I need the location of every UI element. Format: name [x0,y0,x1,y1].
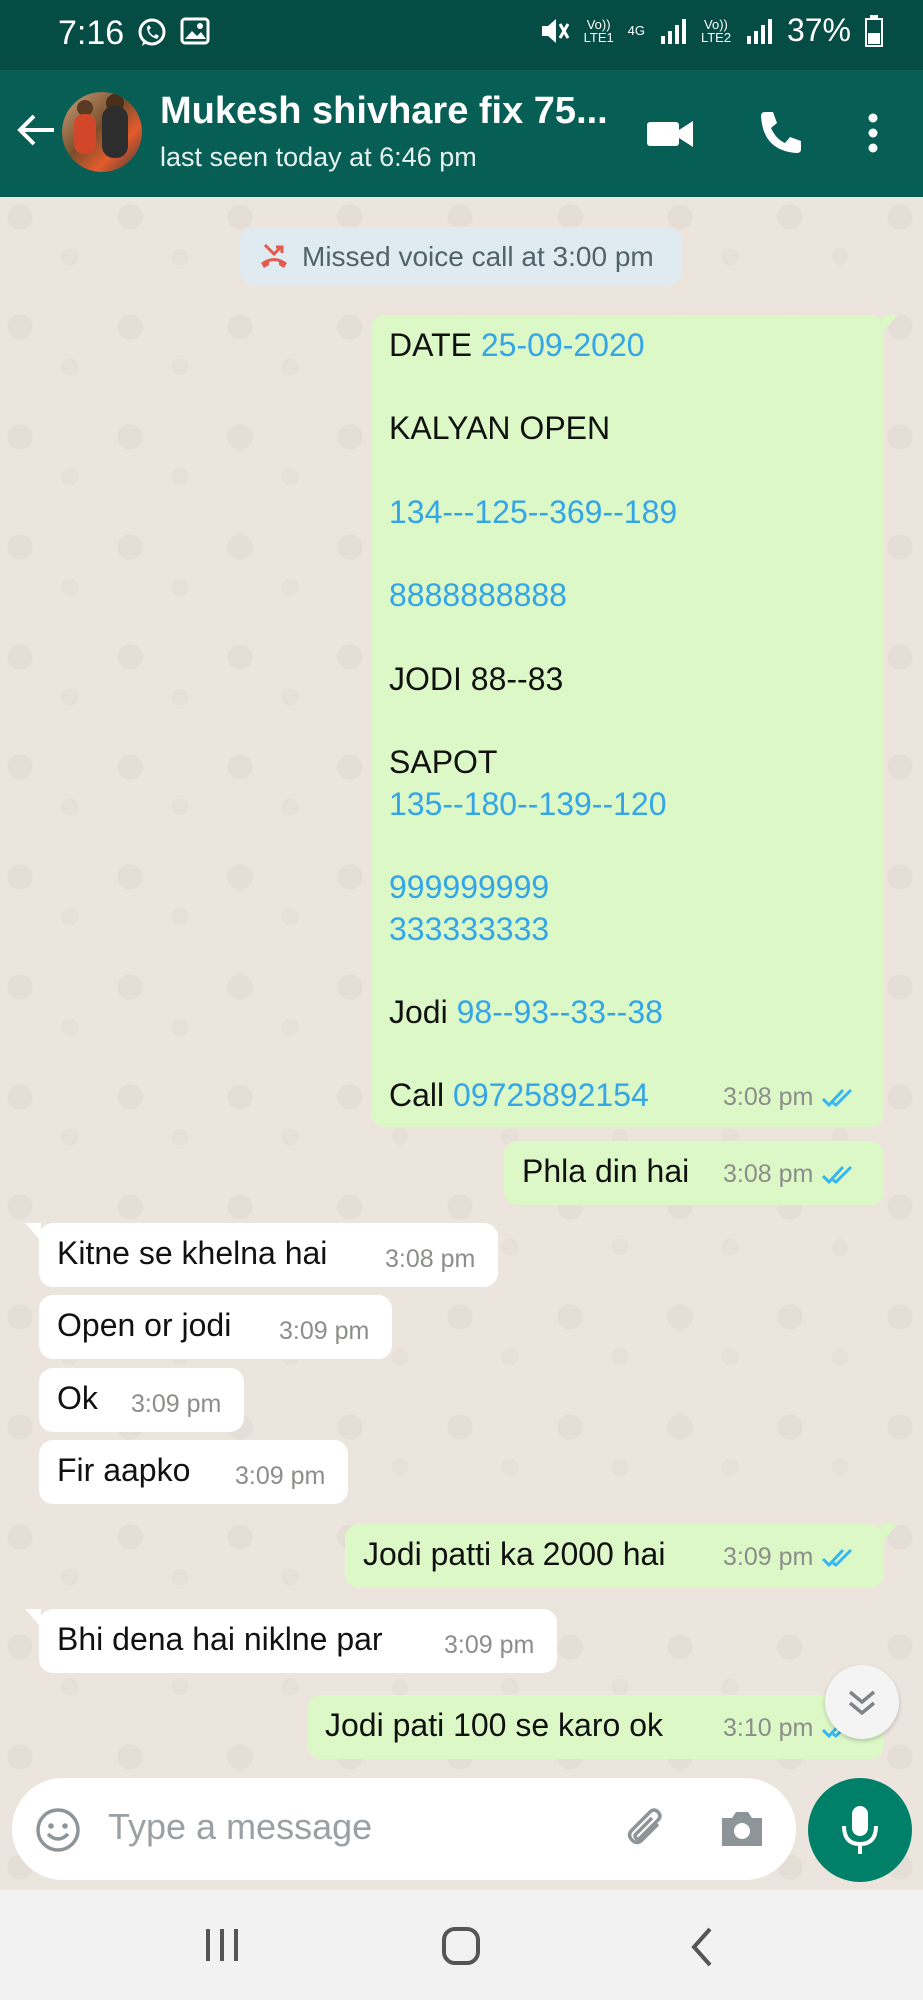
message-line: JODI 88--83 [389,661,564,697]
read-ticks-icon [822,1088,853,1107]
android-nav-bar [0,1890,923,2000]
message-time: 3:09 pm [131,1390,222,1418]
video-call-icon[interactable] [645,108,695,158]
message-text: Bhi dena hai niklne par [57,1621,383,1657]
message-time: 3:08 pm [723,1160,814,1188]
camera-icon[interactable] [718,1806,766,1852]
more-options-icon[interactable] [865,108,881,158]
message-text: Jodi pati 100 se karo ok [325,1707,663,1743]
message-time: 3:10 pm [723,1714,814,1742]
contact-name[interactable]: Mukesh shivhare fix 75... [160,90,610,133]
emoji-icon[interactable] [34,1806,82,1854]
mute-icon [541,18,569,43]
message-text: Kitne se khelna hai [57,1235,328,1271]
missed-call-icon [261,243,287,268]
chat-area[interactable]: Missed voice call at 3:00 pm DATE 25-09-… [0,197,923,1890]
read-ticks-icon [822,1548,853,1567]
network-lte1: Vo)) LTE1 [583,16,614,45]
message-time: 3:08 pm [723,1083,814,1111]
avatar[interactable] [62,92,142,172]
back-nav-icon[interactable] [686,1925,718,1969]
message-input[interactable]: Type a message [108,1806,372,1848]
message-bubble-outgoing[interactable]: Jodi pati 100 se karo ok 3:10 pm [307,1695,884,1759]
phone-link[interactable]: 134---125--369--189 [389,494,677,531]
back-arrow-icon[interactable] [14,108,58,152]
message-bubble-incoming[interactable]: Fir aapko 3:09 pm [39,1440,348,1504]
network-4g: 4G [627,23,645,38]
recent-apps-icon[interactable] [200,1925,246,1965]
status-time: 7:16 [58,14,125,52]
message-text: Fir aapko [57,1452,191,1488]
message-text: Phla din hai [522,1153,690,1189]
message-time: 3:09 pm [723,1543,814,1571]
message-line: Call 09725892154 [389,1077,649,1113]
message-bubble-outgoing[interactable]: DATE 25-09-2020 KALYAN OPEN 134---125--3… [371,315,898,1127]
message-bubble-incoming[interactable]: Ok 3:09 pm [39,1368,244,1432]
message-meta: 3:08 pm [723,1083,859,1112]
last-seen-status[interactable]: last seen today at 6:46 pm [160,142,477,173]
signal-icon [746,18,772,44]
home-icon[interactable] [440,1925,484,1969]
battery-icon [865,14,883,47]
message-time: 3:08 pm [385,1245,476,1273]
message-line: DATE 25-09-2020 [389,327,645,363]
message-bubble-outgoing[interactable]: Jodi patti ka 2000 hai 3:09 pm [345,1524,898,1588]
voice-record-button[interactable] [808,1778,912,1882]
phone-link[interactable]: 98--93--33--38 [457,994,663,1030]
message-time: 3:09 pm [235,1462,326,1490]
message-text: Jodi patti ka 2000 hai [363,1536,666,1572]
phone-link[interactable]: 135--180--139--120 [389,786,667,823]
message-composer[interactable]: Type a message [12,1778,796,1880]
network-lte2: Vo)) LTE2 [700,16,732,45]
message-text: Ok [57,1380,98,1416]
message-meta: 3:08 pm [723,1160,859,1189]
date-link[interactable]: 25-09-2020 [481,327,645,363]
message-line: Jodi 98--93--33--38 [389,994,663,1030]
attach-icon[interactable] [622,1806,672,1856]
battery-percent: 37% [786,12,851,48]
message-line: SAPOT [389,744,498,780]
status-bar: 7:16 Vo)) LTE1 4G Vo)) LTE2 37% [0,0,923,70]
phone-link[interactable]: 333333333 [389,911,549,948]
message-time: 3:09 pm [444,1631,535,1659]
scroll-to-bottom-button[interactable] [825,1665,899,1739]
voice-call-icon[interactable] [755,108,803,158]
gallery-notification-icon [180,17,210,45]
message-bubble-incoming[interactable]: Kitne se khelna hai 3:08 pm [25,1223,498,1287]
whatsapp-notification-icon [138,18,166,46]
message-time: 3:09 pm [279,1317,370,1345]
missed-call-notice: Missed voice call at 3:00 pm [240,227,682,285]
phone-link[interactable]: 8888888888 [389,577,567,614]
double-chevron-down-icon [848,1690,876,1716]
message-line: KALYAN OPEN [389,410,611,446]
signal-icon [660,18,686,44]
chat-header: Mukesh shivhare fix 75... last seen toda… [0,70,923,197]
phone-link[interactable]: 09725892154 [453,1077,649,1113]
message-bubble-incoming[interactable]: Bhi dena hai niklne par 3:09 pm [25,1609,557,1673]
message-text: Open or jodi [57,1307,232,1343]
microphone-icon [842,1806,878,1854]
phone-link[interactable]: 999999999 [389,869,549,906]
message-bubble-outgoing[interactable]: Phla din hai 3:08 pm [504,1141,884,1205]
read-ticks-icon [822,1165,853,1184]
system-message-text: Missed voice call at 3:00 pm [302,241,654,272]
message-meta: 3:09 pm [723,1543,859,1572]
message-bubble-incoming[interactable]: Open or jodi 3:09 pm [39,1295,392,1359]
